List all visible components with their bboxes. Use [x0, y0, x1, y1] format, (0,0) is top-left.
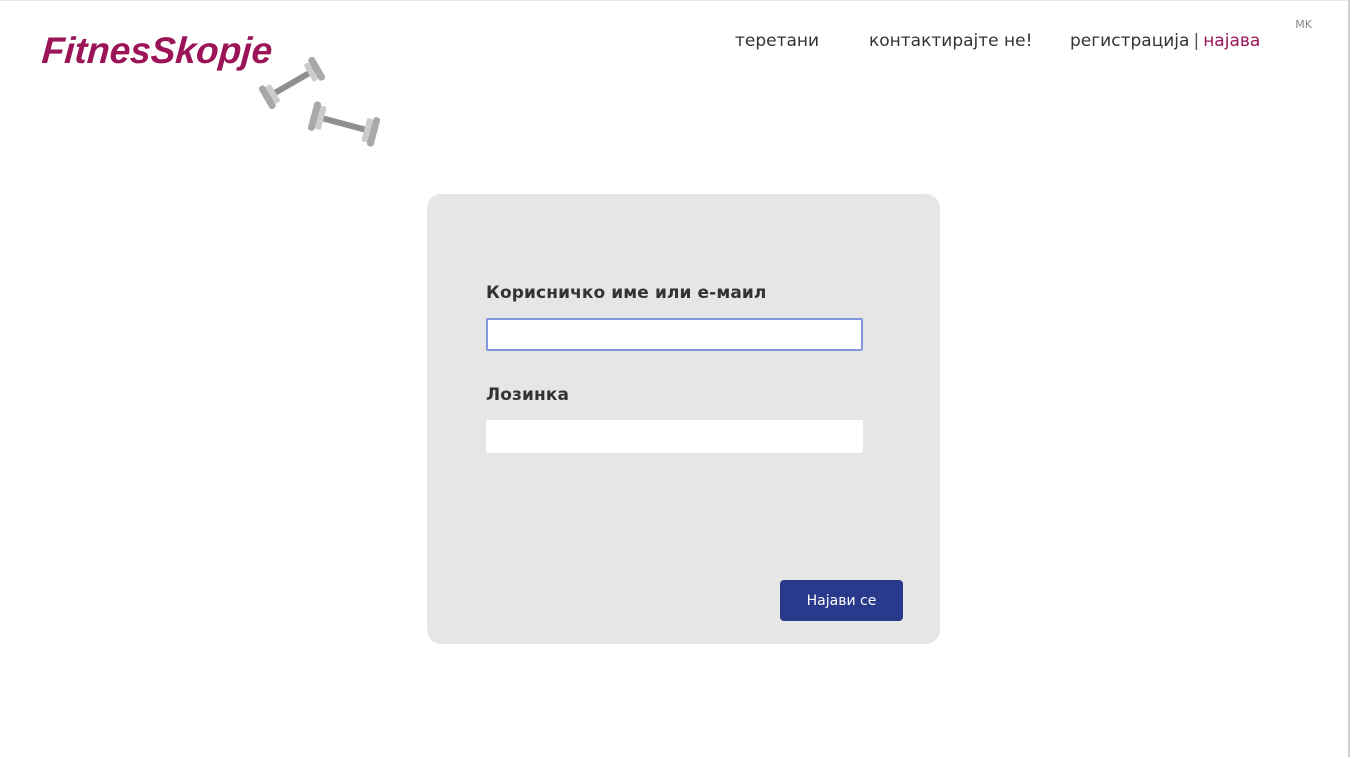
login-button[interactable]: Најави се	[780, 580, 903, 621]
nav-gyms: теретани	[735, 31, 819, 51]
password-input[interactable]	[486, 420, 863, 453]
nav-link-gyms[interactable]: теретани	[735, 31, 819, 51]
username-input[interactable]	[486, 318, 863, 351]
nav-link-login[interactable]: најава	[1203, 31, 1260, 51]
username-label: Корисничко име или е-маил	[486, 283, 767, 303]
nav-link-contact[interactable]: контактирајте не!	[869, 31, 1032, 51]
login-card: Корисничко име или е-маил Лозинка Најави…	[427, 194, 940, 644]
nav-auth: регистрација | најава	[1070, 31, 1260, 51]
nav-separator: |	[1193, 31, 1200, 51]
nav-link-register[interactable]: регистрација	[1070, 31, 1189, 51]
language-switch[interactable]: MK	[1295, 18, 1312, 31]
dumbbells-icon	[258, 56, 381, 147]
nav-contact: контактирајте не!	[869, 31, 1032, 51]
site-logo[interactable]: FitnesSkopje	[41, 30, 274, 72]
password-label: Лозинка	[486, 385, 570, 405]
